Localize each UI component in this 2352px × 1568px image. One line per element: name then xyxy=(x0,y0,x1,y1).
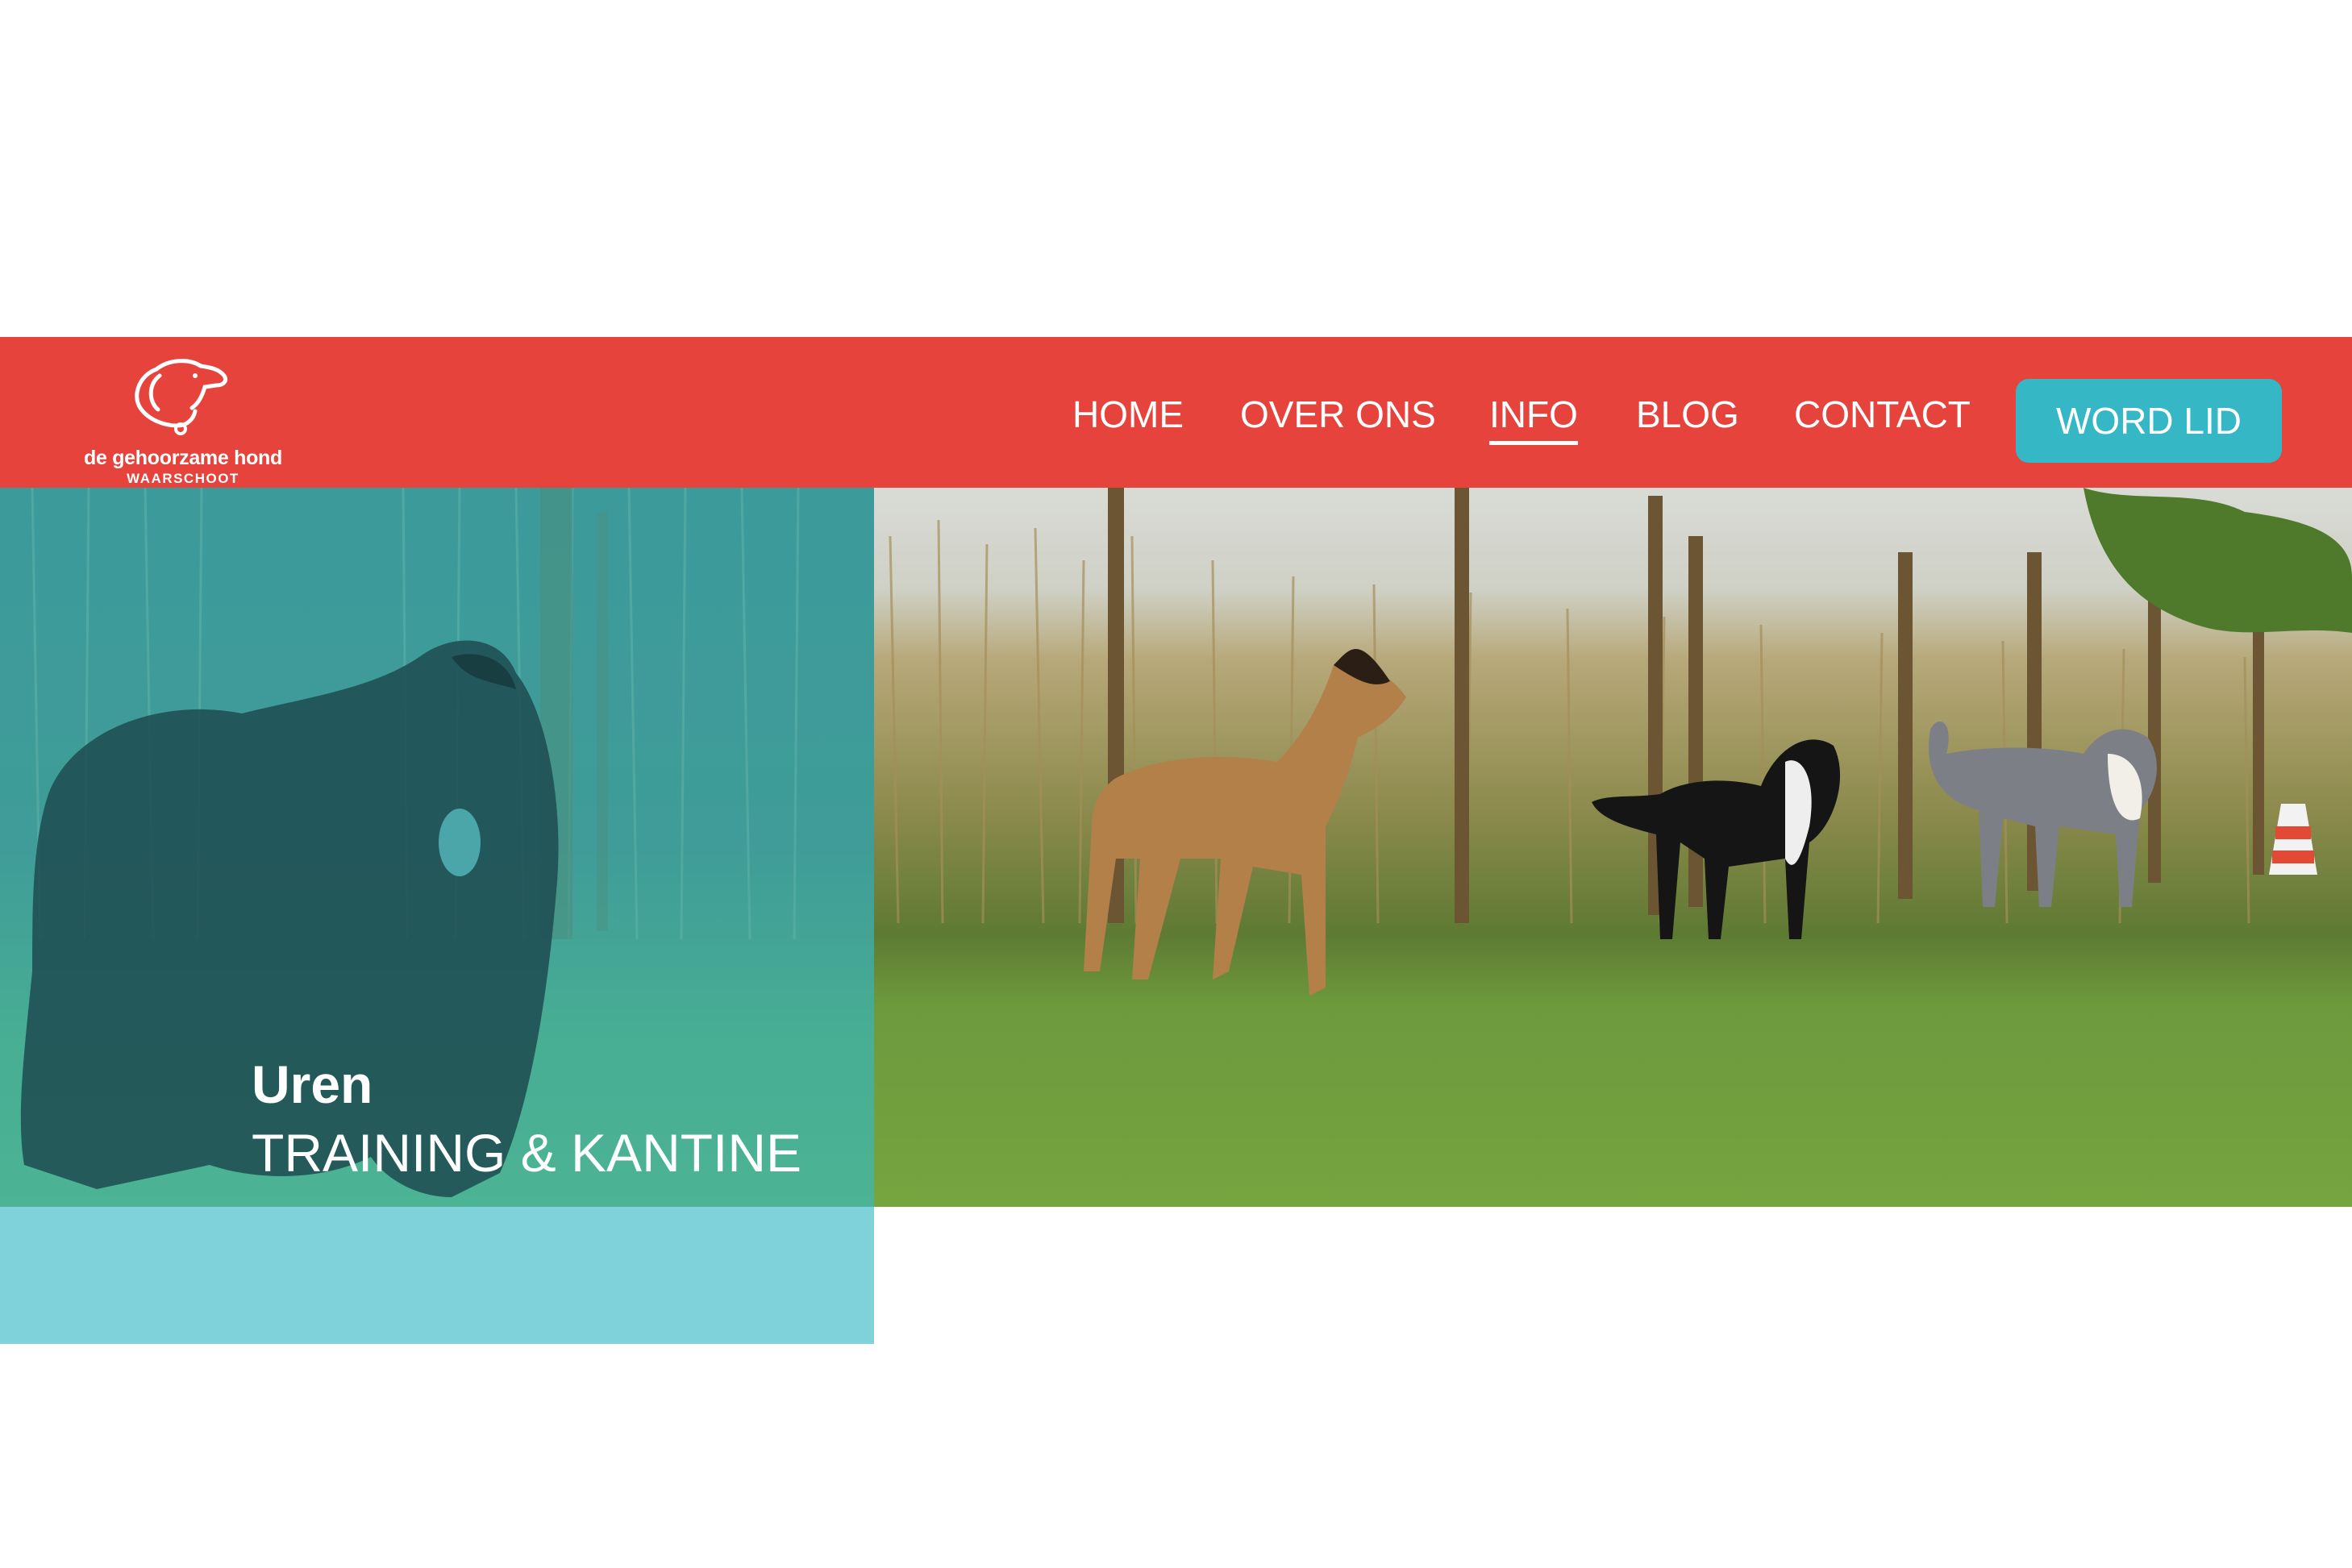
nav-over-ons[interactable]: OVER ONS xyxy=(1240,392,1436,437)
black-dog-photo xyxy=(20,488,800,1197)
nav-home[interactable]: HOME xyxy=(1072,392,1184,437)
nav-blog[interactable]: BLOG xyxy=(1636,392,1739,437)
hero-left-image xyxy=(0,488,874,1207)
hero-right-image xyxy=(874,488,2352,1207)
hero-left-footer-block xyxy=(0,1207,874,1344)
logo[interactable]: de gehoorzame hond WAARSCHOOT xyxy=(66,351,300,486)
word-lid-button[interactable]: WORD LID xyxy=(2016,379,2282,463)
brand-location: WAARSCHOOT xyxy=(127,471,239,486)
nav-contact[interactable]: CONTACT xyxy=(1794,392,1971,437)
hero-subtitle: TRAINING & KANTINE xyxy=(252,1123,802,1183)
site-header: de gehoorzame hond WAARSCHOOT HOME OVER … xyxy=(0,337,2352,488)
dogs-in-field-photo xyxy=(889,488,2352,996)
brand-name: de gehoorzame hond xyxy=(83,447,282,469)
nav-info[interactable]: INFO xyxy=(1489,392,1578,445)
dog-head-icon xyxy=(135,359,228,435)
hero-title: Uren xyxy=(252,1054,373,1114)
